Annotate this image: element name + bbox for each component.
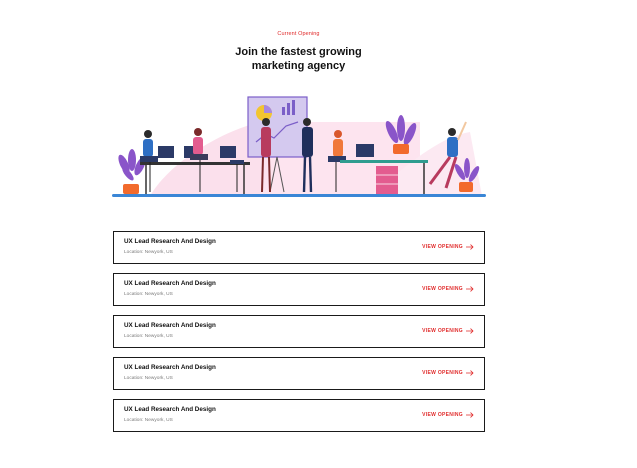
job-list: UX Lead Research And Design Location: Ne… xyxy=(113,231,485,441)
headline-line-1: Join the fastest growing xyxy=(235,46,362,58)
job-location: Location: Newyork, US xyxy=(124,376,173,381)
view-opening-label: VIEW OPENING xyxy=(422,412,463,418)
view-opening-label: VIEW OPENING xyxy=(422,370,463,376)
job-card[interactable]: UX Lead Research And Design Location: Ne… xyxy=(113,231,485,264)
view-opening-link[interactable]: VIEW OPENING xyxy=(422,286,474,292)
arrow-right-icon xyxy=(466,370,474,376)
job-title: UX Lead Research And Design xyxy=(124,364,216,371)
view-opening-link[interactable]: VIEW OPENING xyxy=(422,412,474,418)
job-title: UX Lead Research And Design xyxy=(124,280,216,287)
job-card[interactable]: UX Lead Research And Design Location: Ne… xyxy=(113,357,485,390)
view-opening-label: VIEW OPENING xyxy=(422,328,463,334)
job-location: Location: Newyork, US xyxy=(124,334,173,339)
section-headline: Join the fastest growing marketing agenc… xyxy=(0,46,597,73)
job-card[interactable]: UX Lead Research And Design Location: Ne… xyxy=(113,273,485,306)
view-opening-link[interactable]: VIEW OPENING xyxy=(422,328,474,334)
arrow-right-icon xyxy=(466,412,474,418)
view-opening-label: VIEW OPENING xyxy=(422,286,463,292)
job-title: UX Lead Research And Design xyxy=(124,406,216,413)
section-eyebrow: Current Opening xyxy=(277,31,320,37)
team-office-illustration xyxy=(112,96,486,197)
headline-line-2: marketing agency xyxy=(251,59,346,72)
job-location: Location: Newyork, US xyxy=(124,418,173,423)
arrow-right-icon xyxy=(466,286,474,292)
arrow-right-icon xyxy=(466,244,474,250)
job-title: UX Lead Research And Design xyxy=(124,322,216,329)
job-title: UX Lead Research And Design xyxy=(124,238,216,245)
view-opening-link[interactable]: VIEW OPENING xyxy=(422,244,474,250)
job-card[interactable]: UX Lead Research And Design Location: Ne… xyxy=(113,315,485,348)
view-opening-label: VIEW OPENING xyxy=(422,244,463,250)
job-card[interactable]: UX Lead Research And Design Location: Ne… xyxy=(113,399,485,432)
job-location: Location: Newyork, US xyxy=(124,292,173,297)
job-location: Location: Newyork, US xyxy=(124,250,173,255)
view-opening-link[interactable]: VIEW OPENING xyxy=(422,370,474,376)
arrow-right-icon xyxy=(466,328,474,334)
